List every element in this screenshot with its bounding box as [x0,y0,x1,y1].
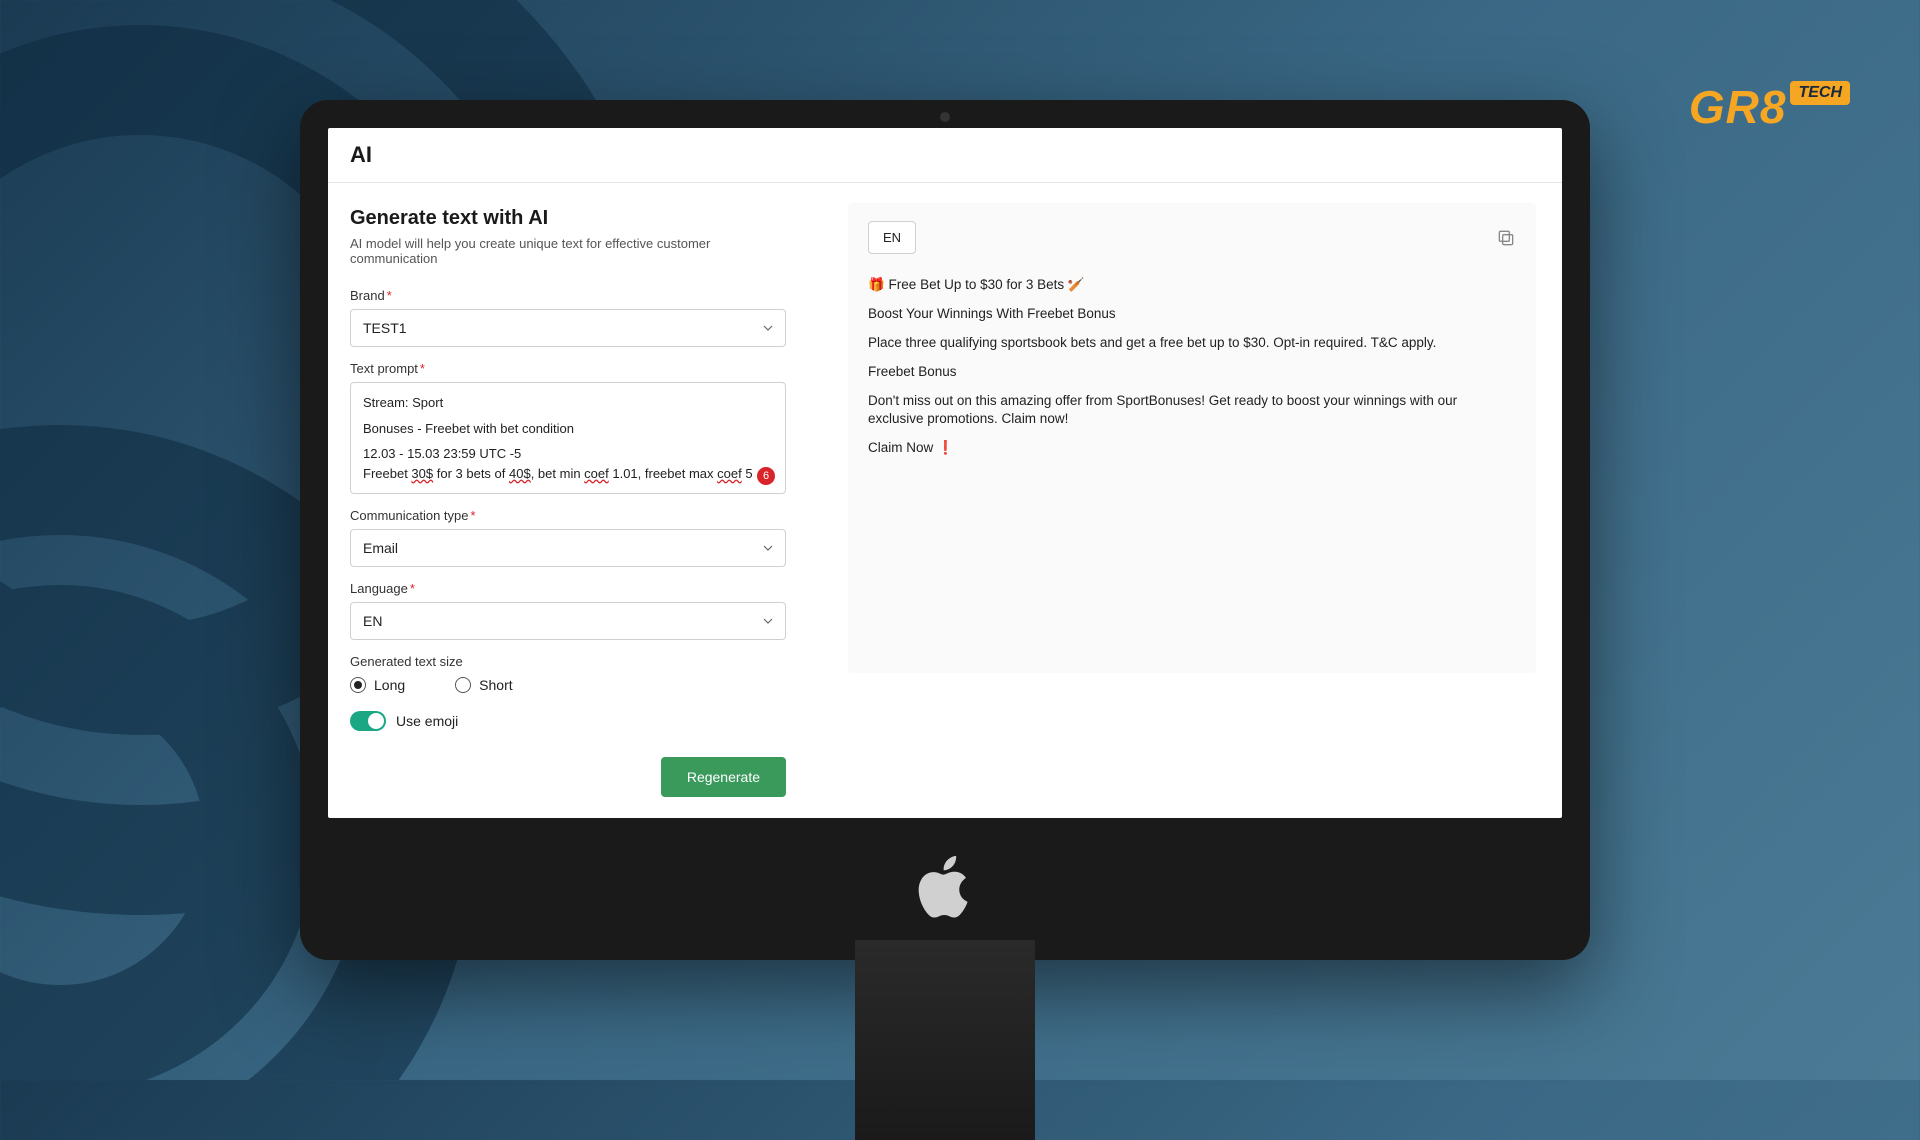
prompt-textarea[interactable]: Stream: Sport Bonuses - Freebet with bet… [350,382,786,494]
copy-icon[interactable] [1496,228,1516,248]
required-mark: * [420,361,425,376]
language-field: Language* EN [350,581,786,640]
prompt-line: 12.03 - 15.03 23:59 UTC -5 [363,444,773,464]
brand-value: TEST1 [363,320,407,336]
required-mark: * [471,508,476,523]
camera-dot [940,112,950,122]
monitor-frame: AI Generate text with AI AI model will h… [300,100,1590,960]
prompt-field: Text prompt* Stream: Sport Bonuses - Fre… [350,361,786,494]
brand-logo-badge: TECH [1790,81,1850,105]
prompt-line: Bonuses - Freebet with bet condition [363,419,773,439]
regenerate-button[interactable]: Regenerate [661,757,786,797]
output-line: Don't miss out on this amazing offer fro… [868,392,1516,430]
prompt-line: Freebet 30$ for 3 bets of 40$, bet min c… [363,464,773,484]
brand-label: Brand* [350,288,786,303]
communication-label: Communication type* [350,508,786,523]
section-subtitle: AI model will help you create unique tex… [350,236,786,266]
app-screen: AI Generate text with AI AI model will h… [328,128,1562,818]
size-radio-group: Long Short [350,677,786,693]
output-card: EN 🎁 Free Bet Up to $30 for 3 Bets 🏏 Boo… [848,203,1536,673]
brand-select[interactable]: TEST1 [350,309,786,347]
output-line: Claim Now ❗ [868,439,1516,458]
output-header: EN [868,221,1516,254]
monitor-stand [855,940,1035,1140]
radio-icon [455,677,471,693]
size-label: Generated text size [350,654,786,669]
communication-select[interactable]: Email [350,529,786,567]
form-column: Generate text with AI AI model will help… [328,183,808,818]
output-line: Boost Your Winnings With Freebet Bonus [868,305,1516,324]
output-line: Freebet Bonus [868,363,1516,382]
chevron-down-icon [763,543,773,553]
prompt-error-badge: 6 [757,467,775,485]
language-value: EN [363,613,382,629]
size-field: Generated text size Long Short [350,654,786,693]
emoji-toggle[interactable] [350,711,386,731]
size-radio-short[interactable]: Short [455,677,512,693]
required-mark: * [387,288,392,303]
language-label: Language* [350,581,786,596]
output-line: Place three qualifying sportsbook bets a… [868,334,1516,353]
chevron-down-icon [763,323,773,333]
communication-value: Email [363,540,398,556]
emoji-label: Use emoji [396,713,458,729]
button-row: Regenerate [350,757,786,797]
prompt-label: Text prompt* [350,361,786,376]
emoji-toggle-row: Use emoji [350,711,786,731]
monitor-chin [328,818,1562,958]
brand-logo-main: GR8 [1689,80,1787,134]
prompt-line: Stream: Sport [363,393,773,413]
output-line: 🎁 Free Bet Up to $30 for 3 Bets 🏏 [868,276,1516,295]
content: Generate text with AI AI model will help… [328,183,1562,818]
section-title: Generate text with AI [350,207,786,230]
communication-field: Communication type* Email [350,508,786,567]
brand-field: Brand* TEST1 [350,288,786,347]
brand-logo: GR8 TECH [1689,80,1850,134]
topbar: AI [328,128,1562,183]
apple-logo-icon [918,856,972,920]
required-mark: * [410,581,415,596]
page-title: AI [350,142,1540,168]
chevron-down-icon [763,616,773,626]
language-select[interactable]: EN [350,602,786,640]
output-column: EN 🎁 Free Bet Up to $30 for 3 Bets 🏏 Boo… [808,183,1562,818]
output-lang-chip[interactable]: EN [868,221,916,254]
radio-icon [350,677,366,693]
size-radio-long[interactable]: Long [350,677,405,693]
